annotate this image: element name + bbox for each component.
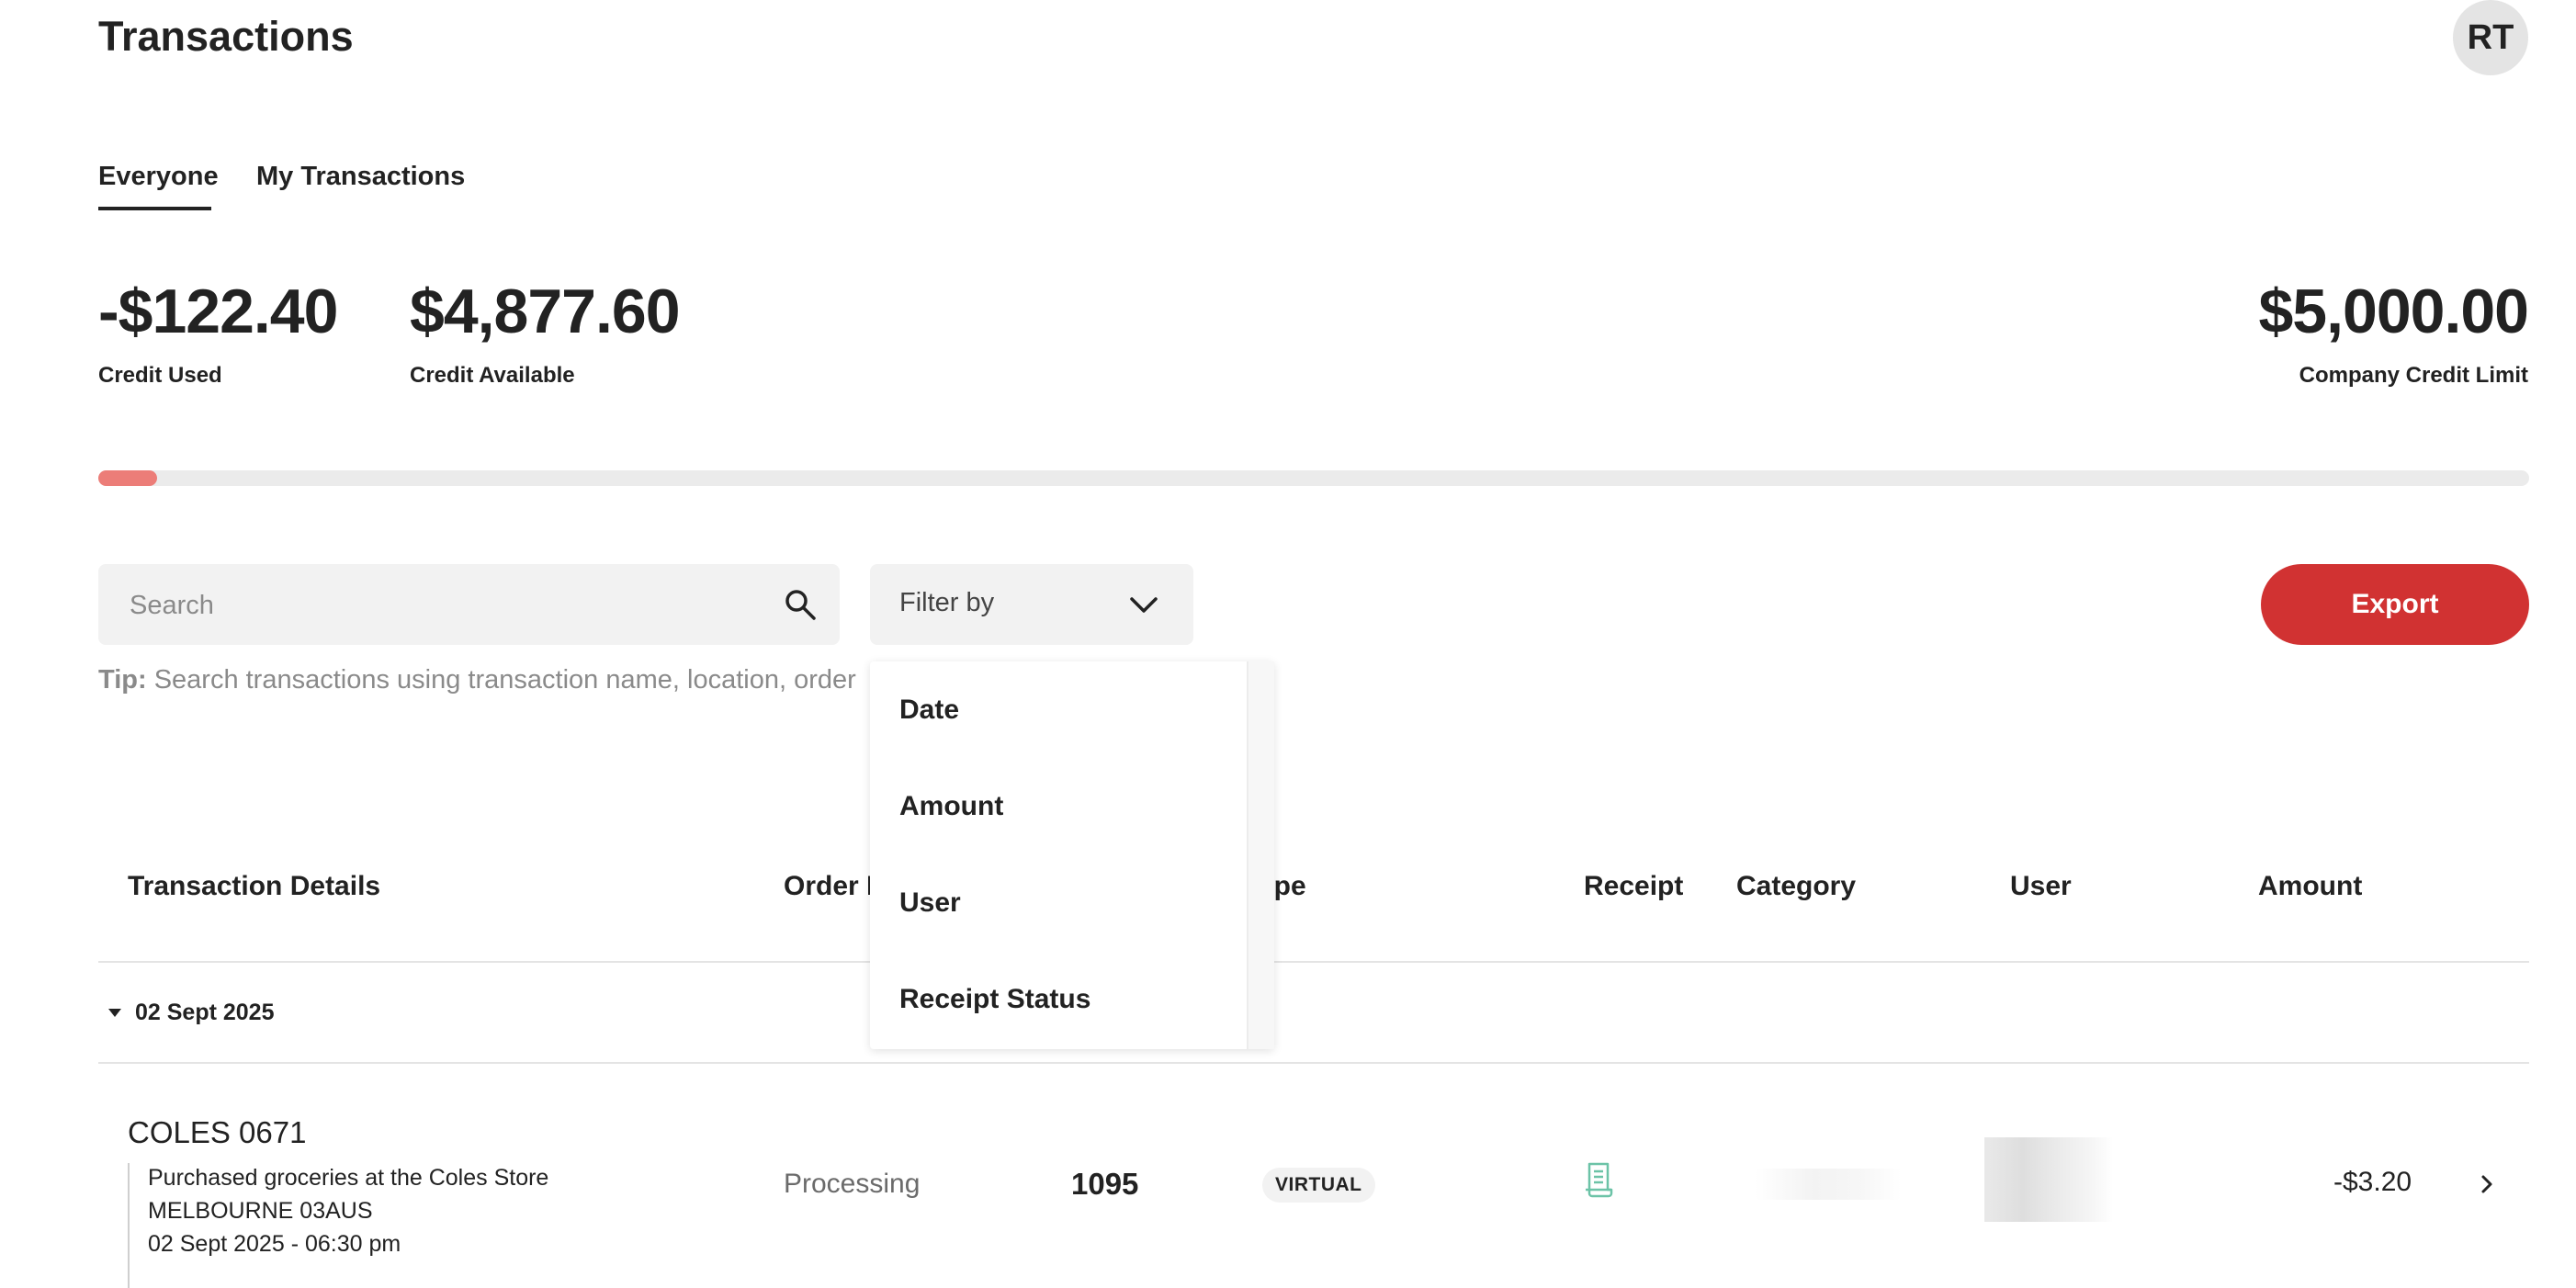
transaction-description: Purchased groceries at the Coles Store bbox=[148, 1165, 549, 1191]
filter-option-date[interactable]: Date bbox=[899, 695, 959, 726]
credit-limit-label: Company Credit Limit bbox=[2299, 363, 2528, 388]
column-user[interactable]: User bbox=[2010, 871, 2072, 902]
search-tip: Tip: Search transactions using transacti… bbox=[98, 665, 856, 695]
credit-usage-fill bbox=[98, 470, 157, 486]
filter-option-user[interactable]: User bbox=[899, 887, 961, 919]
column-category[interactable]: Category bbox=[1736, 871, 1856, 902]
order-number: 1095 bbox=[1071, 1167, 1139, 1201]
column-transaction-details[interactable]: Transaction Details bbox=[128, 871, 380, 902]
search-input[interactable] bbox=[128, 564, 756, 647]
user-avatar-redacted bbox=[1984, 1137, 2113, 1222]
chevron-down-icon bbox=[1130, 597, 1158, 613]
date-group-label: 02 Sept 2025 bbox=[135, 1000, 275, 1025]
category-value-redacted bbox=[1755, 1169, 1902, 1200]
credit-used-label: Credit Used bbox=[98, 363, 222, 388]
column-amount[interactable]: Amount bbox=[2258, 871, 2362, 902]
tab-everyone[interactable]: Everyone bbox=[98, 162, 219, 192]
active-tab-indicator bbox=[98, 207, 211, 210]
tab-my-transactions[interactable]: My Transactions bbox=[256, 162, 465, 192]
group-divider bbox=[98, 1062, 2529, 1064]
chevron-right-icon[interactable] bbox=[2478, 1172, 2496, 1196]
column-order-id[interactable]: Order I bbox=[784, 871, 874, 902]
column-receipt[interactable]: Receipt bbox=[1584, 871, 1683, 902]
page-title: Transactions bbox=[98, 13, 354, 60]
filter-option-amount[interactable]: Amount bbox=[899, 791, 1003, 822]
search-box[interactable] bbox=[98, 564, 840, 647]
transaction-merchant[interactable]: COLES 0671 bbox=[128, 1115, 306, 1150]
table-header-divider bbox=[98, 961, 2529, 963]
credit-limit-amount: $5,000.00 bbox=[2258, 277, 2529, 346]
export-button[interactable]: Export bbox=[2261, 564, 2529, 645]
search-icon[interactable] bbox=[784, 588, 817, 621]
credit-available-label: Credit Available bbox=[410, 363, 575, 388]
tip-prefix: Tip: bbox=[98, 665, 147, 695]
date-group-toggle[interactable]: 02 Sept 2025 bbox=[108, 1000, 275, 1026]
transaction-datetime: 02 Sept 2025 - 06:30 pm bbox=[148, 1231, 401, 1257]
filter-option-receipt-status[interactable]: Receipt Status bbox=[899, 984, 1090, 1015]
type-badge: VIRTUAL bbox=[1262, 1168, 1375, 1203]
credit-used-amount: -$122.40 bbox=[98, 277, 338, 346]
filter-dropdown[interactable]: Filter by bbox=[870, 564, 1193, 645]
receipt-icon[interactable] bbox=[1584, 1161, 1617, 1198]
filter-label: Filter by bbox=[899, 588, 995, 617]
transaction-status: Processing bbox=[784, 1169, 921, 1199]
transaction-location: MELBOURNE 03AUS bbox=[148, 1198, 373, 1224]
avatar[interactable]: RT bbox=[2453, 0, 2528, 75]
filter-menu-scrollbar[interactable] bbox=[1247, 661, 1274, 1049]
credit-available-amount: $4,877.60 bbox=[410, 277, 681, 346]
detail-bar bbox=[128, 1163, 130, 1288]
filter-menu: Date Amount User Receipt Status bbox=[870, 661, 1274, 1049]
credit-usage-bar bbox=[98, 470, 2529, 486]
caret-down-icon bbox=[108, 1009, 121, 1017]
tip-text: Search transactions using transaction na… bbox=[153, 665, 856, 695]
transaction-amount: -$3.20 bbox=[2333, 1167, 2412, 1197]
